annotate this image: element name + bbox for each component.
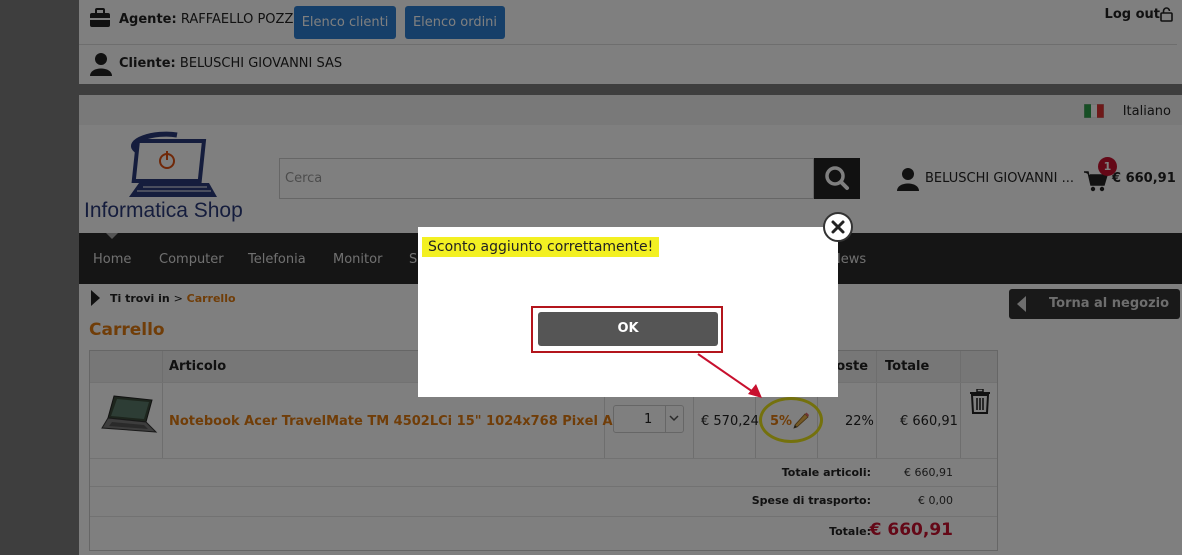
modal-close-button[interactable] [823, 212, 853, 242]
close-icon [831, 220, 845, 234]
modal-message: Sconto aggiunto correttamente! [422, 237, 660, 257]
ok-button[interactable]: OK [538, 312, 718, 346]
annotation-arrow-icon [697, 353, 762, 398]
